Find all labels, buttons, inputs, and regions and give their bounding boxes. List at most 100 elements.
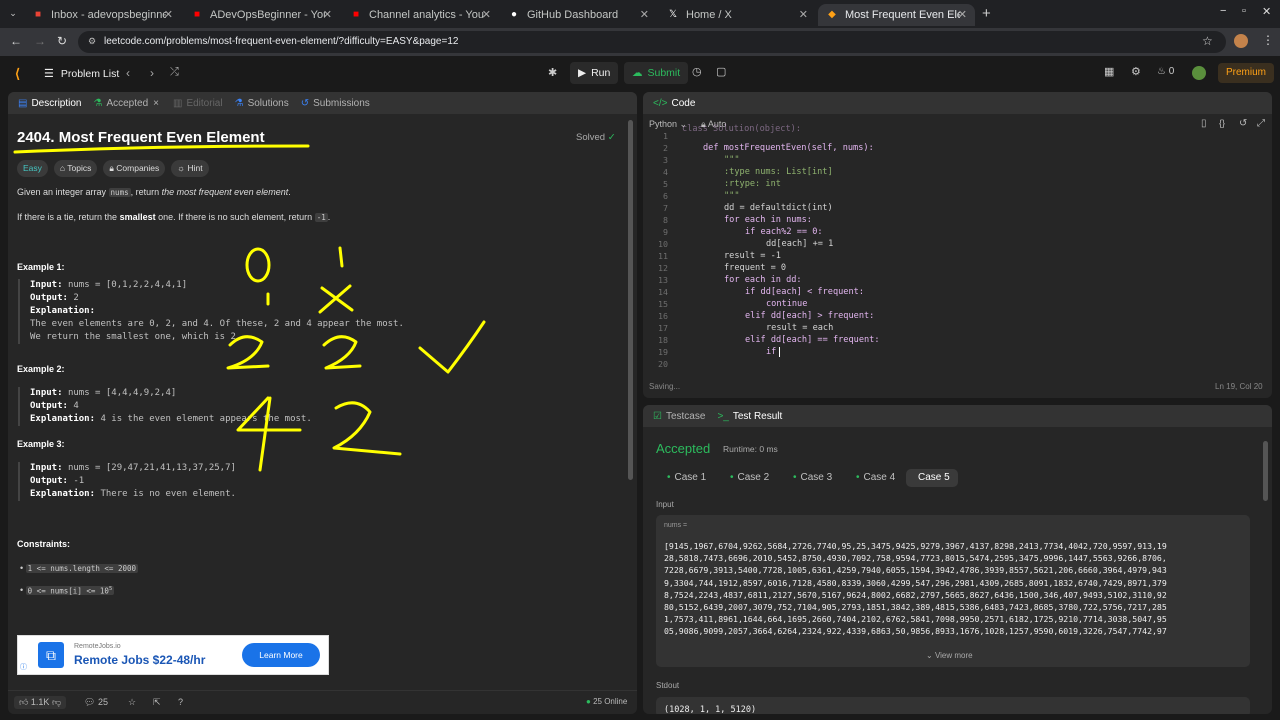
line-number: 5 bbox=[663, 179, 668, 189]
tab-test-result[interactable]: >_ Test Result bbox=[717, 411, 782, 422]
x-icon: 𝕏 bbox=[668, 9, 678, 20]
new-tab-button[interactable]: + bbox=[982, 5, 991, 22]
close-window-icon[interactable]: ✕ bbox=[1262, 5, 1271, 18]
annotation-strokes bbox=[13, 144, 486, 472]
line-number: 7 bbox=[663, 203, 668, 213]
pass-dot-icon: • bbox=[793, 472, 797, 483]
pass-dot-icon: • bbox=[730, 472, 734, 483]
line-number: 18 bbox=[658, 335, 668, 345]
line-number: 15 bbox=[658, 299, 668, 309]
fullscreen-icon[interactable]: ⤢ bbox=[1257, 118, 1265, 129]
code-line[interactable]: continue bbox=[766, 298, 807, 310]
code-line[interactable]: elif dd[each] > frequent: bbox=[745, 310, 874, 322]
notes-icon[interactable]: ▢ bbox=[716, 65, 726, 78]
case-tab[interactable]: Case 5 bbox=[906, 469, 958, 487]
tab-testcase[interactable]: ☑ Testcase bbox=[653, 411, 705, 422]
line-number: 2 bbox=[663, 143, 668, 153]
input-value-line: 05,9086,9099,2057,3664,6264,2324,922,433… bbox=[664, 626, 1167, 637]
extension-icon[interactable] bbox=[1234, 34, 1248, 48]
input-value-line: 1,7573,411,8961,1644,664,1695,2660,7404,… bbox=[664, 614, 1167, 625]
code-line[interactable]: elif dd[each] == frequent: bbox=[745, 334, 880, 346]
line-number: 10 bbox=[658, 239, 668, 249]
line-number: 3 bbox=[663, 155, 668, 165]
handwritten-annotation bbox=[13, 144, 486, 472]
timer-icon[interactable]: ◷ bbox=[692, 65, 702, 78]
code-line[interactable]: if each%2 == 0: bbox=[745, 226, 823, 238]
tab-title: Most Frequent Even Elem bbox=[845, 9, 960, 21]
case-tab[interactable]: • Case 2 bbox=[722, 469, 777, 487]
bookmark-icon[interactable]: ▯ bbox=[1201, 118, 1207, 129]
case-tab[interactable]: • Case 1 bbox=[659, 469, 714, 487]
code-line[interactable]: def mostFrequentEven(self, nums): bbox=[703, 142, 874, 154]
line-number: 20 bbox=[658, 359, 668, 369]
code-icon: </> bbox=[653, 97, 668, 109]
close-tab-icon[interactable]: ✕ bbox=[958, 8, 967, 21]
avatar[interactable] bbox=[1192, 66, 1206, 80]
result-scrollbar[interactable] bbox=[1263, 441, 1268, 501]
input-value-line: 28,5818,7473,6696,2010,5452,8750,4930,70… bbox=[664, 553, 1167, 564]
code-line[interactable]: :rtype: int bbox=[724, 178, 781, 190]
layout-icon[interactable]: ▦ bbox=[1104, 65, 1114, 78]
code-line[interactable]: dd[each] += 1 bbox=[766, 238, 833, 250]
code-line[interactable]: """ bbox=[724, 154, 740, 166]
line-number: 13 bbox=[658, 275, 668, 285]
line-number: 6 bbox=[663, 191, 668, 201]
result-pane-header: ☑ Testcase >_ Test Result bbox=[643, 405, 1272, 427]
browser-menu-icon[interactable]: ⋮ bbox=[1262, 33, 1274, 47]
browser-tab[interactable]: ◆ Most Frequent Even Elem ✕ bbox=[818, 4, 975, 26]
browser-tab[interactable]: 𝕏 Home / X ✕ bbox=[659, 4, 816, 26]
reset-code-icon[interactable]: ↺ bbox=[1239, 118, 1247, 129]
tab-code[interactable]: </> Code bbox=[653, 98, 695, 109]
case-label: Case 5 bbox=[918, 472, 950, 483]
code-line[interactable]: frequent = 0 bbox=[724, 262, 786, 274]
case-tab[interactable]: • Case 3 bbox=[785, 469, 840, 487]
case-label: Case 3 bbox=[800, 472, 833, 483]
line-number: 19 bbox=[658, 347, 668, 357]
minimize-icon[interactable]: − bbox=[1220, 5, 1226, 17]
close-tab-icon[interactable]: ✕ bbox=[799, 8, 808, 21]
close-tab-icon[interactable]: ✕ bbox=[640, 8, 649, 21]
fire-icon: ♨ bbox=[1157, 66, 1166, 77]
code-pane: </> Code Python ⌄ 🔒︎ Auto ▯ {} ↺ ⤢ Saving… bbox=[643, 92, 1272, 398]
line-number: 17 bbox=[658, 323, 668, 333]
line-number: 8 bbox=[663, 215, 668, 225]
code-line[interactable]: if dd[each] < frequent: bbox=[745, 286, 864, 298]
line-number: 9 bbox=[663, 227, 668, 237]
case-label: Case 2 bbox=[737, 472, 770, 483]
pass-dot-icon: • bbox=[667, 472, 671, 483]
code-line[interactable]: :type nums: List[int] bbox=[724, 166, 833, 178]
case-tab[interactable]: • Case 4 bbox=[848, 469, 903, 487]
maximize-icon[interactable]: ▫ bbox=[1242, 5, 1246, 17]
code-line[interactable]: class Solution(object): bbox=[682, 123, 801, 135]
line-number: 16 bbox=[658, 311, 668, 321]
pass-dot-icon: • bbox=[856, 472, 860, 483]
code-pane-header: </> Code bbox=[643, 92, 1272, 114]
streak-counter[interactable]: ♨ 0 bbox=[1157, 66, 1174, 77]
code-line[interactable]: result = -1 bbox=[724, 250, 781, 262]
code-line[interactable]: for each in dd: bbox=[724, 274, 802, 286]
input-value-line: [9145,1967,6704,9262,5684,2726,7740,95,2… bbox=[664, 541, 1167, 551]
var-label: nums = bbox=[664, 522, 688, 529]
line-number: 1 bbox=[663, 131, 668, 141]
tab-title: Home / X bbox=[686, 9, 732, 21]
settings-gear-icon[interactable]: ⚙ bbox=[1131, 65, 1141, 78]
leetcode-icon: ◆ bbox=[828, 9, 836, 20]
code-line[interactable]: """ bbox=[724, 190, 740, 202]
input-value-line: 7228,6679,3913,5400,7728,1005,6361,4259,… bbox=[664, 565, 1167, 576]
terminal-icon: >_ bbox=[717, 410, 729, 422]
input-label: Input bbox=[656, 500, 674, 509]
line-number: 12 bbox=[658, 263, 668, 273]
view-more-button[interactable]: ⌄ View more bbox=[926, 651, 973, 660]
bookmark-star-icon[interactable]: ☆ bbox=[1202, 34, 1213, 48]
code-line[interactable]: dd = defaultdict(int) bbox=[724, 202, 833, 214]
code-line[interactable]: for each in nums: bbox=[724, 214, 812, 226]
result-status: Accepted bbox=[656, 441, 711, 456]
braces-icon[interactable]: {} bbox=[1219, 118, 1225, 128]
input-value-line: 80,5152,6439,2007,3079,752,7104,905,2793… bbox=[664, 602, 1167, 612]
code-line[interactable]: result = each bbox=[766, 322, 833, 334]
case-label: Case 1 bbox=[674, 472, 707, 483]
premium-button[interactable]: Premium bbox=[1218, 63, 1275, 83]
stdout-value: (1028, 1, 1, 5120) bbox=[664, 705, 757, 714]
stdout-box: (1028, 1, 1, 5120) bbox=[656, 697, 1250, 714]
input-value-line: 9,3304,744,1912,8597,6016,7128,4580,8339… bbox=[664, 577, 1167, 588]
